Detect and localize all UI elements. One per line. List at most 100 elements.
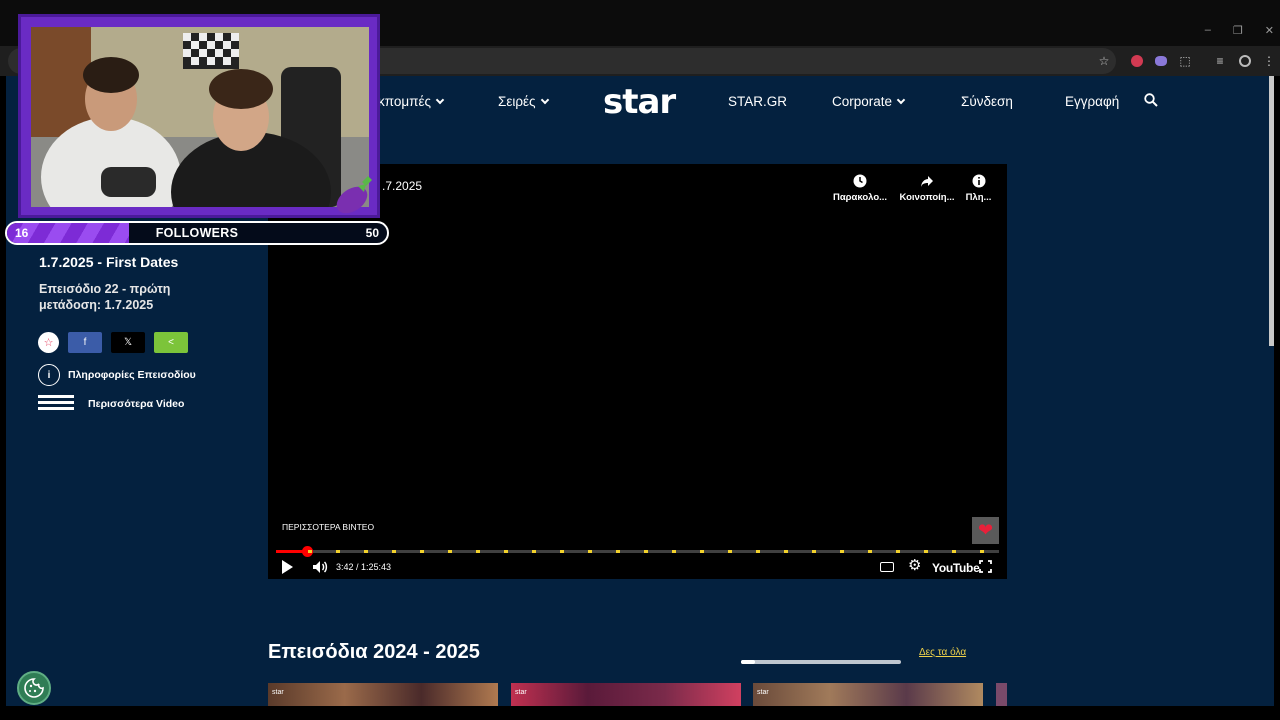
- nav-star-gr[interactable]: STAR.GR: [728, 94, 787, 109]
- watch-later-button[interactable]: Παρακολο...: [830, 174, 890, 203]
- more-videos-label: Περισσότερα Video: [88, 398, 185, 410]
- nav-login-label: Σύνδεση: [961, 94, 1013, 109]
- chapter-marker: [980, 550, 984, 553]
- chapter-marker: [784, 550, 788, 553]
- chapter-marker: [840, 550, 844, 553]
- see-all-link[interactable]: Δες τα όλα: [919, 647, 966, 658]
- chapter-marker: [392, 550, 396, 553]
- watch-later-label: Παρακολο...: [832, 192, 888, 203]
- chapter-marker: [504, 550, 508, 553]
- episode-thumbnail[interactable]: star: [268, 683, 498, 706]
- episode-thumbnail[interactable]: star: [753, 683, 983, 706]
- nav-register-label: Εγγραφή: [1065, 94, 1120, 109]
- favorite-button[interactable]: ☆: [38, 332, 59, 353]
- clock-icon: [853, 174, 867, 188]
- chapter-marker: [756, 550, 760, 553]
- info-icon: i: [38, 364, 60, 386]
- info-icon: [972, 174, 985, 188]
- episode-thumbnail[interactable]: star: [511, 683, 741, 706]
- media-control-icon[interactable]: ≡: [1211, 52, 1229, 70]
- nav-register[interactable]: Εγγραφή: [1065, 94, 1119, 109]
- window-controls: – ❐ ✕: [1205, 24, 1274, 37]
- nav-series[interactable]: Σειρές: [498, 94, 549, 109]
- nav-shows-label: κπομπές: [378, 94, 431, 109]
- chapter-marker: [896, 550, 900, 553]
- video-info-label: Πλη...: [965, 192, 992, 203]
- chapter-marker: [336, 550, 340, 553]
- video-share-button[interactable]: Κοινοποίη...: [897, 174, 957, 203]
- share-arrow-icon: [921, 176, 933, 187]
- chevron-down-icon: [896, 95, 906, 104]
- extensions-puzzle-icon[interactable]: ⬚: [1176, 52, 1194, 70]
- chapter-marker: [728, 550, 732, 553]
- nav-shows[interactable]: κπομπές: [378, 94, 445, 109]
- nav-corporate-label: Corporate: [832, 94, 893, 109]
- chapter-marker: [588, 550, 592, 553]
- fullscreen-icon[interactable]: [979, 560, 992, 573]
- heart-logo-icon: ❤: [972, 517, 999, 544]
- restore-button[interactable]: ❐: [1233, 24, 1243, 37]
- episode-info-link[interactable]: i Πληροφορίες Επεισοδίου: [38, 364, 196, 386]
- play-icon[interactable]: [282, 560, 293, 574]
- episode-info-label: Πληροφορίες Επεισοδίου: [68, 369, 196, 381]
- chapter-marker: [364, 550, 368, 553]
- follower-goal-bar: 16 FOLLOWERS 50: [5, 221, 389, 245]
- extension-twitch-icon[interactable]: [1152, 52, 1170, 70]
- page-scrollbar[interactable]: [1269, 76, 1274, 346]
- nav-login[interactable]: Σύνδεση: [961, 94, 1013, 109]
- cookie-icon: [24, 678, 44, 698]
- chapter-marker: [476, 550, 480, 553]
- webcam-image: [31, 27, 369, 207]
- chapter-marker: [420, 550, 424, 553]
- youtube-logo[interactable]: YouTube: [932, 561, 980, 575]
- nav-star-gr-label: STAR.GR: [728, 94, 788, 109]
- menu-dots-icon[interactable]: ⋮: [1260, 52, 1278, 70]
- settings-gear-icon[interactable]: ⚙: [908, 558, 921, 574]
- carousel-scroll-thumb[interactable]: [741, 660, 755, 664]
- webcam-feed: [31, 27, 369, 207]
- share-row: ☆ f 𝕏 <: [38, 332, 188, 353]
- video-info-button[interactable]: Πλη...: [956, 174, 1001, 203]
- video-share-label: Κοινοποίη...: [899, 192, 955, 203]
- progress-bar[interactable]: [276, 546, 999, 557]
- chevron-down-icon: [435, 95, 445, 104]
- chapter-marker: [700, 550, 704, 553]
- chapter-marker: [532, 550, 536, 553]
- volume-icon[interactable]: [312, 559, 328, 575]
- facebook-share-button[interactable]: f: [68, 332, 102, 353]
- episode-subtitle: Επεισόδιο 22 - πρώτη μετάδοση: 1.7.2025: [39, 282, 171, 312]
- more-videos-overlay[interactable]: ΠΕΡΙΣΣΟΤΕΡΑ ΒΙΝΤΕΟ: [282, 522, 374, 532]
- video-title[interactable]: .7.2025: [382, 179, 422, 193]
- episode-thumbnail[interactable]: [996, 683, 1007, 706]
- eggplant-icon: [336, 176, 372, 214]
- chapter-marker: [644, 550, 648, 553]
- minimize-button[interactable]: –: [1205, 24, 1211, 37]
- webcam-overlay: [18, 14, 380, 218]
- share-button[interactable]: <: [154, 332, 188, 353]
- subtitles-icon[interactable]: [880, 562, 894, 572]
- chapter-marker: [616, 550, 620, 553]
- time-display: 3:42 / 1:25:43: [336, 562, 392, 572]
- thumbnail-logo: star: [272, 689, 284, 696]
- more-videos-link[interactable]: Περισσότερα Video: [38, 394, 184, 414]
- extension-adblock-icon[interactable]: [1128, 52, 1146, 70]
- star-logo[interactable]: star: [603, 82, 676, 122]
- chapter-marker: [308, 550, 312, 553]
- bookmark-star-icon[interactable]: ☆: [1095, 52, 1113, 70]
- x-share-button[interactable]: 𝕏: [111, 332, 145, 353]
- chapter-marker: [812, 550, 816, 553]
- chapter-marker: [448, 550, 452, 553]
- chevron-down-icon: [540, 95, 549, 104]
- chapter-marker: [952, 550, 956, 553]
- chapter-marker: [924, 550, 928, 553]
- carousel-scrollbar[interactable]: [741, 660, 901, 664]
- nav-corporate[interactable]: Corporate: [832, 94, 906, 109]
- thumbnail-logo: star: [757, 689, 769, 696]
- chapter-marker: [868, 550, 872, 553]
- chapter-marker: [560, 550, 564, 553]
- cookie-settings-button[interactable]: [17, 671, 51, 705]
- search-icon[interactable]: [1144, 93, 1158, 107]
- close-button[interactable]: ✕: [1265, 24, 1274, 37]
- follower-goal-target: 50: [365, 226, 379, 240]
- profile-icon[interactable]: [1236, 52, 1254, 70]
